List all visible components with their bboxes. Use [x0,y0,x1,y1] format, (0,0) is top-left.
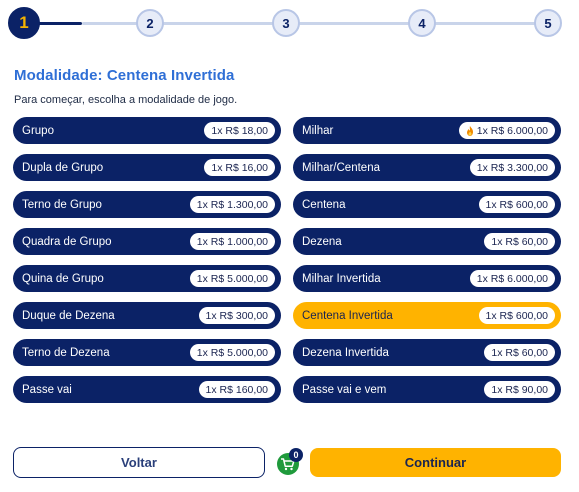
page-title: Modalidade: Centena Invertida [14,67,235,84]
option-label: Terno de Dezena [22,346,110,359]
option-price: 1x R$ 1.300,00 [189,196,275,213]
option-price: 1x R$ 6.000,00 [458,122,555,139]
option-label: Terno de Grupo [22,198,102,211]
option-price: 1x R$ 60,00 [484,233,555,250]
option-price: 1x R$ 160,00 [198,381,275,398]
option-price: 1x R$ 16,00 [204,159,275,176]
option-label: Passe vai e vem [302,383,387,396]
option-label: Grupo [22,124,54,137]
option-price: 1x R$ 6.000,00 [469,270,555,287]
stepper-line [434,22,536,25]
option-grupo[interactable]: Grupo 1x R$ 18,00 [13,117,281,144]
option-milhar-invertida[interactable]: Milhar Invertida 1x R$ 6.000,00 [293,265,561,292]
option-label: Duque de Dezena [22,309,115,322]
option-milhar[interactable]: Milhar 1x R$ 6.000,00 [293,117,561,144]
option-milhar-centena[interactable]: Milhar/Centena 1x R$ 3.300,00 [293,154,561,181]
option-passe-vai-e-vem[interactable]: Passe vai e vem 1x R$ 90,00 [293,376,561,403]
stepper-line [298,22,410,25]
page-subtitle: Para começar, escolha a modalidade de jo… [14,94,238,106]
stepper-line-active [38,22,82,25]
option-label: Passe vai [22,383,72,396]
fire-icon [466,125,473,136]
progress-stepper: 1 2 3 4 5 [0,0,579,46]
option-label: Centena [302,198,346,211]
stepper-line [82,22,138,25]
option-price-value: 1x R$ 6.000,00 [476,124,548,137]
step-3[interactable]: 3 [272,9,300,37]
cart-count-badge: 0 [289,448,303,462]
option-label: Dezena Invertida [302,346,389,359]
step-1[interactable]: 1 [8,7,40,39]
option-dezena[interactable]: Dezena 1x R$ 60,00 [293,228,561,255]
stepper-line [162,22,274,25]
option-duque-de-dezena[interactable]: Duque de Dezena 1x R$ 300,00 [13,302,281,329]
option-price: 1x R$ 18,00 [204,122,275,139]
option-passe-vai[interactable]: Passe vai 1x R$ 160,00 [13,376,281,403]
option-price: 1x R$ 600,00 [478,307,555,324]
option-centena[interactable]: Centena 1x R$ 600,00 [293,191,561,218]
option-dezena-invertida[interactable]: Dezena Invertida 1x R$ 60,00 [293,339,561,366]
option-quina-de-grupo[interactable]: Quina de Grupo 1x R$ 5.000,00 [13,265,281,292]
option-label: Milhar/Centena [302,161,380,174]
option-terno-de-dezena[interactable]: Terno de Dezena 1x R$ 5.000,00 [13,339,281,366]
step-4[interactable]: 4 [408,9,436,37]
option-label: Quadra de Grupo [22,235,112,248]
option-price: 1x R$ 600,00 [478,196,555,213]
option-label: Quina de Grupo [22,272,104,285]
option-price: 1x R$ 3.300,00 [469,159,555,176]
option-terno-de-grupo[interactable]: Terno de Grupo 1x R$ 1.300,00 [13,191,281,218]
option-label: Milhar Invertida [302,272,381,285]
option-price: 1x R$ 5.000,00 [189,344,275,361]
back-button[interactable]: Voltar [13,447,265,478]
option-price: 1x R$ 5.000,00 [189,270,275,287]
option-label: Dezena [302,235,342,248]
option-centena-invertida-selected[interactable]: Centena Invertida 1x R$ 600,00 [293,302,561,329]
option-price: 1x R$ 300,00 [198,307,275,324]
option-price: 1x R$ 1.000,00 [189,233,275,250]
option-dupla-de-grupo[interactable]: Dupla de Grupo 1x R$ 16,00 [13,154,281,181]
option-label: Dupla de Grupo [22,161,104,174]
option-price: 1x R$ 60,00 [484,344,555,361]
step-5[interactable]: 5 [534,9,562,37]
option-quadra-de-grupo[interactable]: Quadra de Grupo 1x R$ 1.000,00 [13,228,281,255]
option-label: Milhar [302,124,334,137]
option-label: Centena Invertida [302,309,393,322]
continue-button[interactable]: Continuar [310,448,561,477]
option-price: 1x R$ 90,00 [484,381,555,398]
step-2[interactable]: 2 [136,9,164,37]
